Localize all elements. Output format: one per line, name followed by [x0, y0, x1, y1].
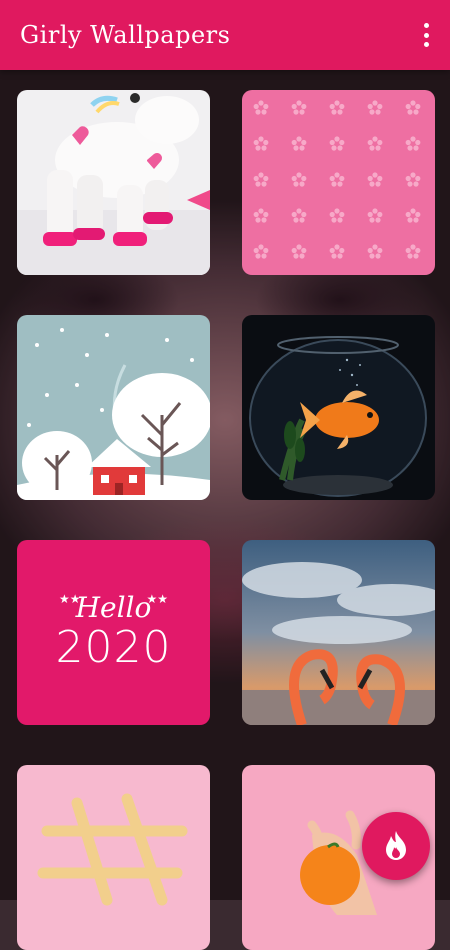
hot-wallpapers-button[interactable] — [362, 812, 430, 880]
hashtag-sticks-image — [17, 765, 210, 950]
winter-scene-image — [17, 315, 210, 500]
wallpaper-thumbnail[interactable] — [242, 90, 435, 275]
wallpaper-thumbnail[interactable] — [17, 315, 210, 500]
wallpaper-thumbnail[interactable] — [242, 315, 435, 500]
unicorn-pinata-image — [17, 90, 210, 275]
wallpaper-thumbnail[interactable] — [242, 540, 435, 725]
goldfish-bowl-image — [242, 315, 435, 500]
flame-icon — [386, 831, 406, 860]
wallpaper-thumbnail[interactable] — [17, 765, 210, 950]
more-vert-icon[interactable] — [418, 23, 434, 47]
pink-pattern-image — [242, 90, 435, 275]
app-bar: Girly Wallpapers — [0, 0, 450, 70]
stars-decoration: ★★ ★★ — [59, 592, 168, 606]
app-title: Girly Wallpapers — [20, 21, 231, 49]
wallpaper-thumbnail[interactable] — [17, 90, 210, 275]
wallpaper-thumbnail[interactable]: ★★ ★★ Hello 2020 — [17, 540, 210, 725]
year-text: 2020 — [55, 621, 172, 673]
flamingo-sunset-image — [242, 540, 435, 725]
